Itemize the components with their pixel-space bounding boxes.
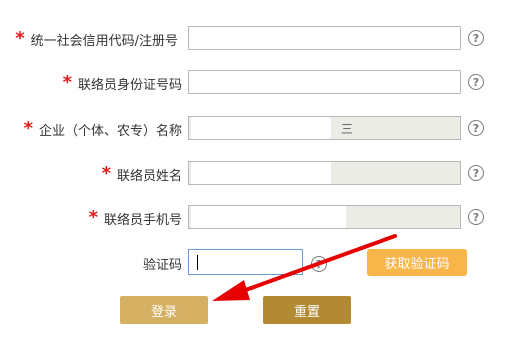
- required-mark: *: [101, 163, 111, 184]
- captcha-input[interactable]: [188, 249, 303, 275]
- label-wrap: * 联络员手机号: [0, 205, 182, 231]
- label-wrap: * 联络员姓名: [0, 161, 182, 187]
- redaction-box: [191, 117, 331, 139]
- required-mark: *: [15, 28, 25, 49]
- question-circle-icon[interactable]: ?: [468, 120, 484, 136]
- label-wrap: * 联络员身份证号码: [0, 70, 182, 96]
- captcha-label: 验证码: [142, 257, 182, 273]
- credit-code-label: 统一社会信用代码/注册号: [30, 33, 178, 49]
- company-name-label: 企业（个体、农专）名称: [38, 123, 182, 139]
- question-circle-icon[interactable]: ?: [468, 30, 484, 46]
- question-circle-icon[interactable]: ?: [468, 209, 484, 225]
- required-mark: *: [23, 118, 33, 139]
- captcha-label-wrap: 验证码: [0, 250, 182, 276]
- company-name-value: 三: [341, 122, 354, 136]
- reset-button[interactable]: 重置: [263, 296, 351, 324]
- redaction-box: [191, 71, 331, 93]
- get-code-button[interactable]: 获取验证码: [367, 249, 467, 276]
- text-caret: [197, 255, 198, 270]
- label-wrap: * 企业（个体、农专）名称: [0, 116, 182, 142]
- question-circle-icon[interactable]: ?: [311, 256, 327, 272]
- redaction-box: [191, 206, 346, 228]
- id-number-label: 联络员身份证号码: [77, 77, 182, 93]
- redaction-box: [191, 162, 331, 184]
- question-circle-icon[interactable]: ?: [468, 74, 484, 90]
- contact-name-label: 联络员姓名: [116, 168, 182, 184]
- required-mark: *: [88, 207, 98, 228]
- label-wrap: * 统一社会信用代码/注册号: [0, 26, 178, 52]
- redaction-box: [191, 27, 346, 49]
- question-circle-icon[interactable]: ?: [468, 165, 484, 181]
- required-mark: *: [62, 72, 72, 93]
- login-button[interactable]: 登录: [120, 296, 208, 324]
- contact-phone-label: 联络员手机号: [103, 212, 182, 228]
